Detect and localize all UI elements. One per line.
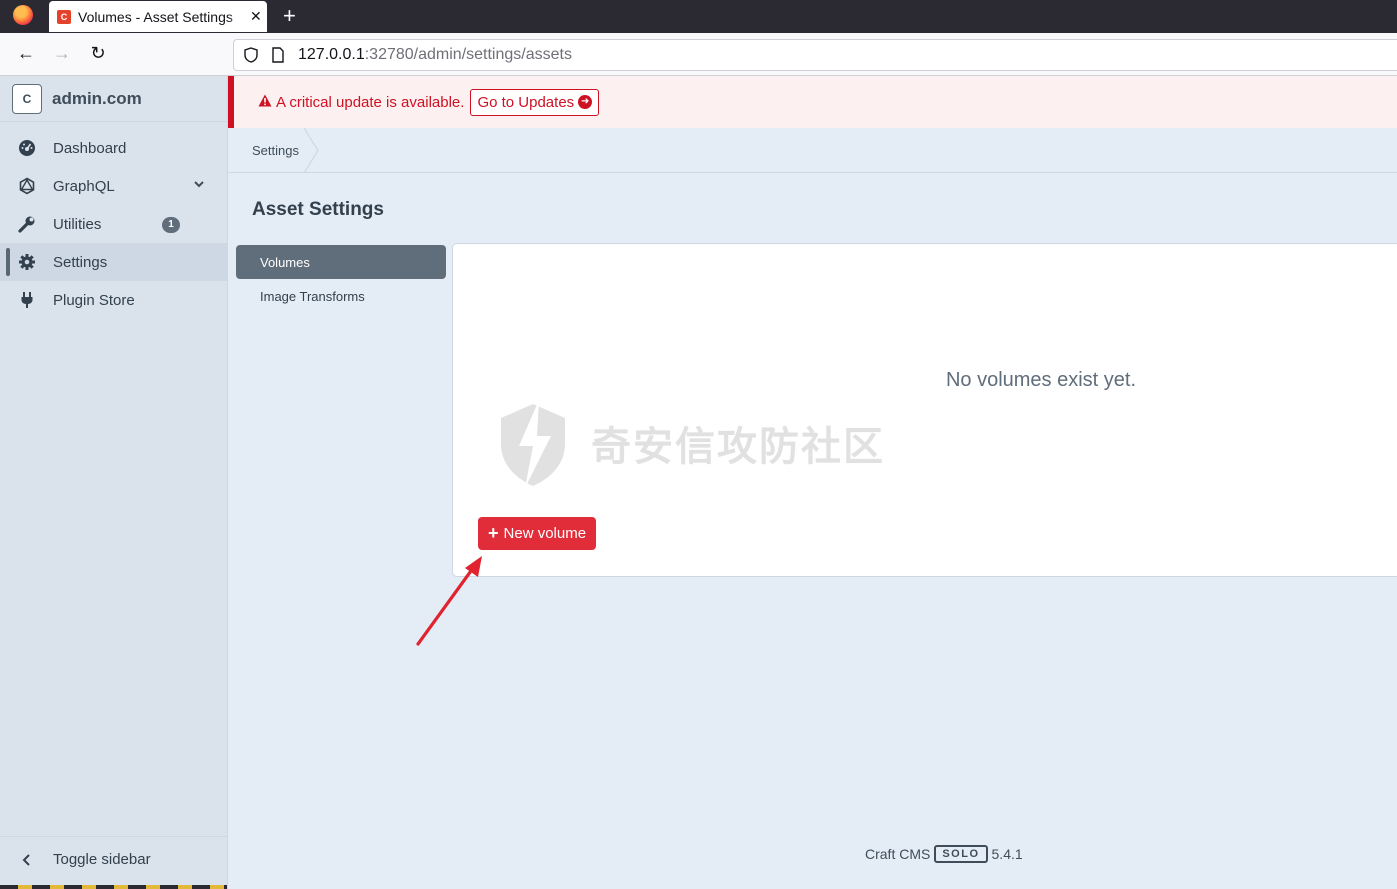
sidebar-item-label: Utilities [53, 215, 102, 233]
sidebar-item-settings[interactable]: Settings [0, 243, 227, 281]
url-path: :32780/admin/settings/assets [364, 46, 572, 63]
breadcrumb: Settings [228, 128, 1397, 173]
sidebar-item-plugin-store[interactable]: Plugin Store [0, 281, 227, 319]
critical-update-alert: A critical update is available. Go to Up… [228, 76, 1397, 128]
edition-badge: SOLO [934, 845, 988, 863]
footer-version: 5.4.1 [991, 846, 1023, 862]
sidebar-item-graphql[interactable]: GraphQL [0, 167, 227, 205]
new-volume-button[interactable]: + New volume [478, 517, 597, 550]
page-icon [272, 47, 284, 63]
sidebar-item-dashboard[interactable]: Dashboard [0, 129, 227, 167]
lightning-shield-logo-icon [501, 400, 565, 488]
sidebar-item-label: Plugin Store [53, 291, 135, 309]
shield-icon[interactable] [244, 47, 258, 63]
sidebar-stripe-decoration [0, 885, 227, 889]
alert-message: A critical update is available. [276, 93, 465, 111]
tab-title: Volumes - Asset Settings [78, 8, 233, 25]
empty-state-message: No volumes exist yet. [945, 369, 1137, 391]
toggle-sidebar-button[interactable]: Toggle sidebar [0, 836, 227, 882]
subnav-item-image-transforms[interactable]: Image Transforms [236, 279, 446, 313]
firefox-logo-icon[interactable] [13, 5, 33, 25]
sidebar-item-utilities[interactable]: Utilities 1 [0, 205, 227, 243]
browser-navbar: ← → ↻ 127.0.0.1:32780/admin/settings/ass… [0, 33, 1397, 76]
new-volume-label: New volume [503, 525, 587, 542]
page-title: Asset Settings [252, 199, 384, 220]
watermark: 奇安信攻防社区 [497, 398, 885, 488]
plus-icon: + [488, 523, 499, 543]
plug-icon [18, 291, 36, 309]
sidebar-nav: Dashboard GraphQL Utilities 1 Settings P… [0, 129, 227, 319]
go-to-updates-label: Go to Updates [477, 93, 575, 111]
chevron-left-icon [18, 851, 36, 869]
wrench-icon [18, 215, 36, 233]
back-arrow-icon[interactable]: ← [14, 43, 38, 64]
arrow-circle-right-icon: ➜ [578, 95, 593, 109]
sidebar-item-label: GraphQL [53, 177, 115, 195]
chevron-down-icon[interactable] [193, 178, 205, 193]
settings-subnav: Volumes Image Transforms [236, 245, 446, 313]
subnav-item-volumes[interactable]: Volumes [236, 245, 446, 279]
url-host: 127.0.0.1 [298, 46, 365, 63]
footer: Craft CMS SOLO 5.4.1 [865, 845, 1023, 863]
site-logo-icon: C [12, 83, 42, 114]
warning-triangle-icon [258, 94, 272, 110]
sidebar-item-label: Dashboard [53, 139, 127, 157]
craft-favicon-icon: C [57, 9, 71, 24]
breadcrumb-item-settings[interactable]: Settings [252, 143, 299, 158]
watermark-text: 奇安信攻防社区 [591, 424, 885, 470]
sidebar-item-label: Settings [53, 253, 108, 271]
new-tab-plus-icon[interactable]: + [283, 3, 296, 29]
reload-icon[interactable]: ↻ [86, 43, 110, 64]
browser-tabbar: C Volumes - Asset Settings ✕ + [0, 0, 1397, 33]
dashboard-gauge-icon [18, 139, 36, 157]
annotation-arrow [416, 556, 482, 646]
footer-product: Craft CMS [865, 846, 931, 862]
site-name: admin.com [52, 88, 142, 108]
browser-tab[interactable]: C Volumes - Asset Settings ✕ [49, 1, 267, 32]
go-to-updates-button[interactable]: Go to Updates ➜ [470, 88, 600, 116]
url-bar[interactable]: 127.0.0.1:32780/admin/settings/assets [233, 39, 1397, 71]
sidebar: C admin.com Dashboard GraphQL Utilities … [0, 76, 228, 889]
graphql-icon [18, 177, 36, 195]
breadcrumb-separator-icon [303, 128, 319, 173]
forward-arrow-icon[interactable]: → [50, 43, 74, 64]
close-tab-icon[interactable]: ✕ [250, 8, 262, 25]
site-header[interactable]: C admin.com [0, 76, 227, 122]
toggle-sidebar-label: Toggle sidebar [53, 851, 151, 868]
gear-icon [18, 253, 36, 271]
utilities-count-badge: 1 [162, 217, 180, 233]
